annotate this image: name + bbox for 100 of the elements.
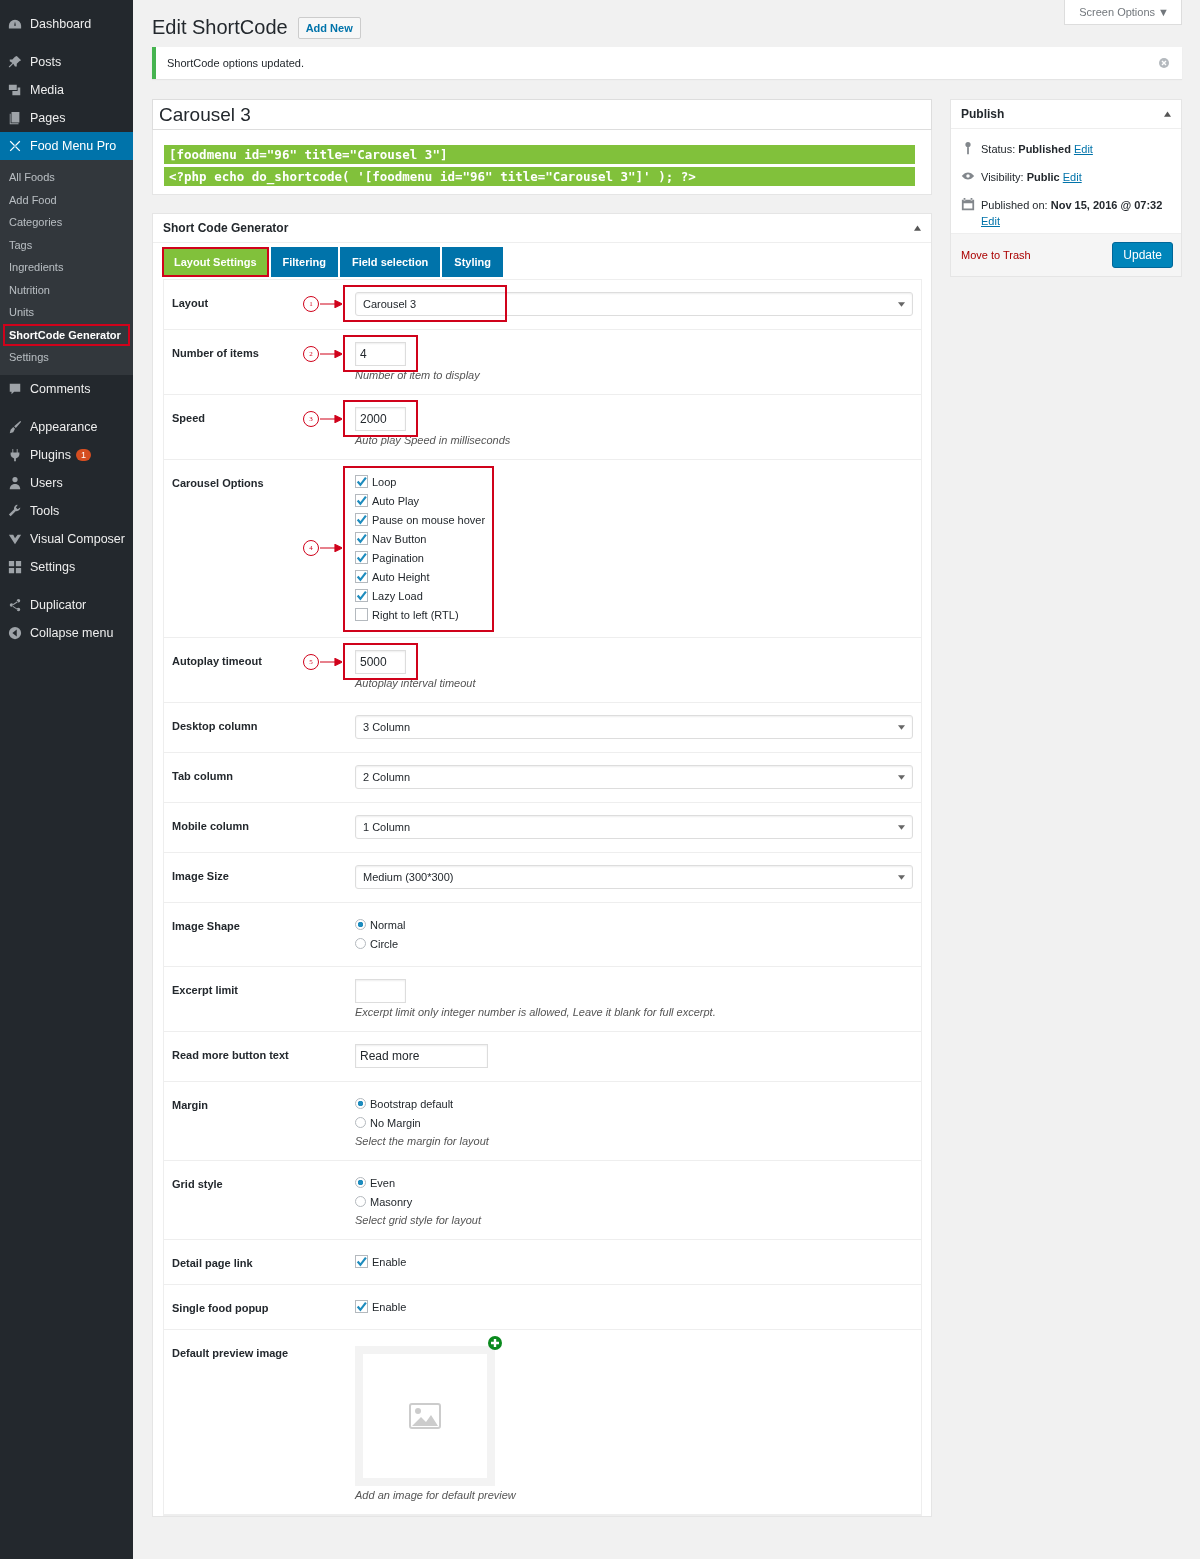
dropdown[interactable]: Medium (300*300) [355, 865, 913, 889]
share-icon [8, 597, 22, 612]
checkbox[interactable] [355, 608, 368, 621]
checkbox[interactable] [355, 589, 368, 602]
menu-item[interactable]: Collapse menu [0, 618, 133, 647]
field-label: Mobile column [172, 820, 249, 832]
callout-arrow [320, 544, 342, 552]
field-hint: Auto play Speed in milliseconds [355, 434, 512, 446]
checkbox[interactable] [355, 532, 368, 545]
edit-link[interactable]: Edit [1062, 171, 1082, 183]
option-label: Normal [370, 918, 406, 931]
number-field[interactable]: 5000 [355, 650, 406, 674]
menu-item[interactable]: Plugins 1 [0, 440, 133, 469]
submenu-item[interactable]: Tags [3, 233, 130, 256]
text-field[interactable]: Read more [355, 1044, 488, 1068]
checkbox[interactable] [355, 551, 368, 564]
wrench-icon [8, 503, 22, 518]
field-label: Single food popup [172, 1302, 269, 1314]
add-icon[interactable] [488, 1336, 502, 1350]
checkbox[interactable] [355, 475, 368, 488]
settings-tab[interactable]: Field selection [339, 247, 441, 277]
shortcode-text: [foodmenu id="96" title="Carousel 3"] [164, 145, 915, 164]
field-label: Read more button text [172, 1049, 289, 1061]
checkbox[interactable] [355, 570, 368, 583]
dropdown[interactable]: Carousel 3 [355, 292, 913, 316]
submenu-item[interactable]: Add Food [3, 188, 130, 211]
update-button[interactable]: Update [1112, 242, 1173, 268]
field-label: Autoplay timeout [172, 655, 262, 667]
option-label: Bootstrap default [370, 1097, 454, 1110]
field-hint: Select grid style for layout [355, 1214, 483, 1226]
submenu-item[interactable]: Nutrition [3, 278, 130, 301]
menu-item[interactable]: Visual Composer [0, 524, 133, 553]
radio-button[interactable] [355, 1098, 366, 1109]
field-label: Speed [172, 412, 205, 424]
checkbox[interactable] [355, 494, 368, 507]
option-label: Pagination [372, 551, 424, 564]
submenu-item[interactable]: Units [3, 301, 130, 324]
option-label: Nav Button [372, 532, 427, 545]
number-field[interactable]: 4 [355, 342, 406, 366]
calendar-icon [961, 197, 975, 211]
menu-item[interactable]: Tools [0, 496, 133, 525]
comment-icon [8, 381, 22, 396]
callout-arrow [320, 300, 342, 308]
number-field[interactable] [355, 979, 406, 1003]
shortcode-text: <?php echo do_shortcode( '[foodmenu id="96" title="Carousel 3"]' ); ?> [164, 167, 915, 186]
title-field[interactable]: Carousel 3 [152, 99, 932, 130]
caret-icon [898, 824, 905, 830]
publish-info: Status: Published Edit [981, 142, 1093, 157]
radio-button[interactable] [355, 1117, 366, 1128]
callout-arrow [320, 350, 342, 358]
dropdown[interactable]: 1 Column [355, 815, 913, 839]
settings-tab[interactable]: Styling [442, 247, 503, 277]
submenu-item[interactable]: ShortCode Generator [3, 323, 130, 346]
number-field[interactable]: 2000 [355, 407, 406, 431]
field-label: Image Size [172, 870, 229, 882]
checkbox[interactable] [355, 513, 368, 526]
menu-item[interactable]: Dashboard [0, 10, 133, 38]
submenu-item[interactable]: Ingredients [3, 256, 130, 279]
submenu-item[interactable]: Categories [3, 211, 130, 234]
publish-info: Published on: Nov 15, 2016 @ 07:32 Edit [981, 198, 1164, 229]
menu-item[interactable]: Settings [0, 552, 133, 581]
radio-button[interactable] [355, 919, 366, 930]
dropdown[interactable]: 2 Column [355, 765, 913, 789]
dismiss-icon[interactable] [1158, 57, 1170, 69]
pin-icon [8, 55, 22, 69]
settings-tab[interactable]: Filtering [270, 247, 338, 277]
field-hint: Add an image for default preview [355, 1489, 517, 1501]
image-icon [409, 1403, 441, 1429]
collapse-icon [8, 625, 22, 640]
edit-link[interactable]: Edit [981, 215, 1000, 227]
pages-icon [8, 111, 22, 125]
checkbox[interactable] [355, 1300, 368, 1313]
radio-button[interactable] [355, 938, 366, 949]
menu-item[interactable]: Pages [0, 104, 133, 132]
menu-item[interactable]: Appearance [0, 412, 133, 441]
menu-item[interactable]: Comments [0, 374, 133, 403]
checkbox[interactable] [355, 1255, 368, 1268]
add-new-button[interactable]: Add New [297, 16, 361, 39]
menu-item[interactable]: Users [0, 468, 133, 497]
dropdown[interactable]: 3 Column [355, 715, 913, 739]
submenu-item[interactable]: All Foods [3, 166, 130, 189]
field-label: Image Shape [172, 920, 240, 932]
edit-link[interactable]: Edit [1073, 143, 1093, 155]
menu-item[interactable]: Duplicator [0, 590, 133, 619]
move-to-trash-link[interactable]: Move to Trash [961, 249, 1031, 261]
collapse-arrow-icon[interactable] [914, 225, 921, 231]
menu-item[interactable]: Food Menu Pro [0, 132, 133, 160]
option-label: Auto Height [372, 570, 430, 583]
collapse-arrow-icon[interactable] [1164, 111, 1171, 117]
field-hint: Autoplay interval timeout [355, 677, 477, 689]
radio-button[interactable] [355, 1196, 366, 1207]
screen-options-tab[interactable]: Screen Options ▼ [1064, 0, 1182, 25]
field-hint: Select the margin for layout [355, 1135, 490, 1147]
submenu-item[interactable]: Settings [3, 346, 130, 369]
caret-icon [898, 301, 905, 307]
menu-item[interactable]: Media [0, 76, 133, 104]
caret-icon [898, 774, 905, 780]
radio-button[interactable] [355, 1177, 366, 1188]
plug-icon [8, 447, 22, 462]
menu-item[interactable]: Posts [0, 48, 133, 76]
